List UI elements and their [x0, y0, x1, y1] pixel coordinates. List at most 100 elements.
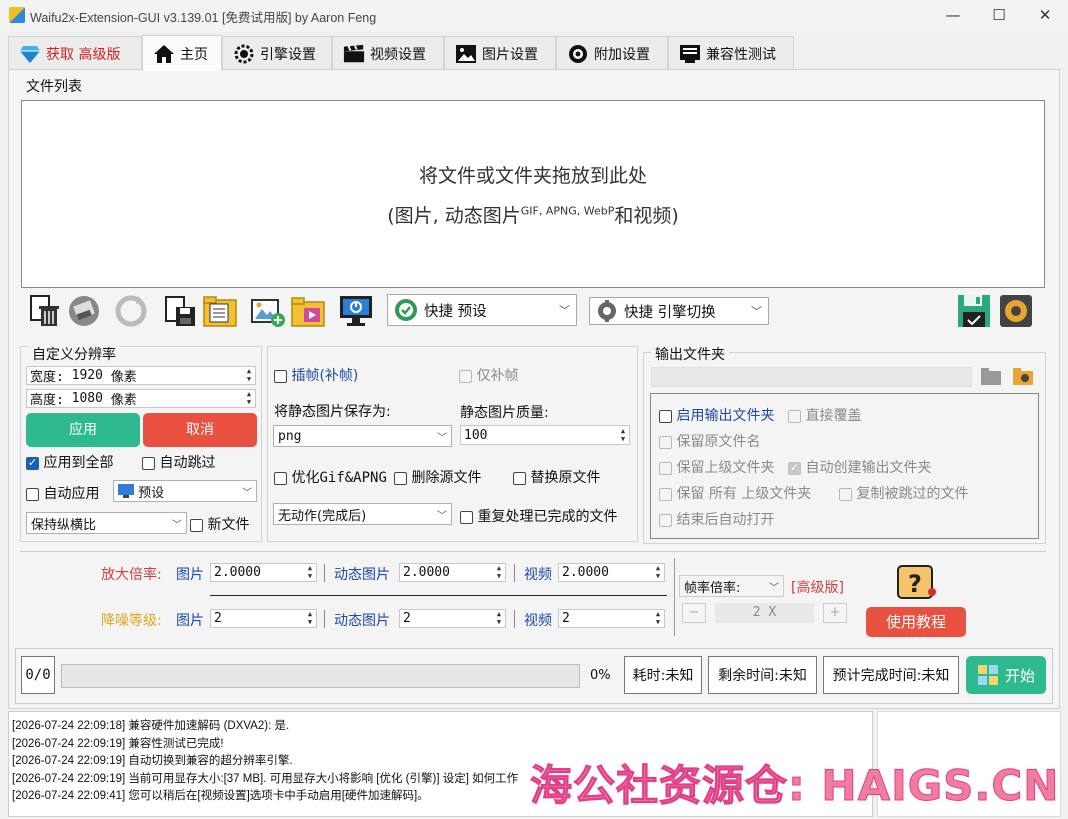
add-image-button[interactable] [250, 293, 286, 329]
interpolate-only-checkbox[interactable]: 仅补帧 [459, 365, 518, 385]
close-button[interactable]: ✕ [1022, 0, 1068, 32]
checkbox[interactable] [659, 487, 672, 501]
tab-get-premium[interactable]: 获取 高级版 [8, 36, 142, 70]
spin-arrows-icon[interactable]: ▲ ▼ [493, 564, 505, 581]
file-drop-zone[interactable]: 将文件或文件夹拖放到此处 (图片, 动态图片GIF, APNG, WebP和视频… [21, 100, 1045, 288]
checkbox[interactable] [659, 409, 672, 423]
cancel-resolution-button[interactable]: 取消 [143, 413, 257, 447]
enable-output-checkbox[interactable]: 启用输出文件夹 [659, 405, 774, 425]
checkbox[interactable] [788, 461, 801, 475]
after-finish-action-select[interactable]: 无动作(完成后) ﹀ [273, 503, 452, 525]
checkbox[interactable] [659, 461, 672, 475]
quick-preset-select[interactable]: 快捷 预设 ﹀ [387, 294, 577, 326]
tab-home[interactable]: 主页 [142, 35, 222, 71]
refresh-button[interactable] [113, 293, 149, 329]
overwrite-checkbox[interactable]: 直接覆盖 [788, 405, 861, 425]
checkbox[interactable] [460, 510, 473, 524]
spin-arrows-icon[interactable]: ▲ ▼ [493, 610, 505, 627]
spin-arrows-icon[interactable]: ▲ ▼ [243, 367, 255, 384]
denoise-video-spinbox[interactable]: 2 ▲ ▼ [558, 609, 665, 628]
image-quality-spinbox[interactable]: 100 ▲ ▼ [460, 425, 630, 445]
frame-minus-button[interactable]: − [682, 603, 706, 623]
scale-video-spinbox[interactable]: 2.0000 ▲ ▼ [558, 563, 665, 582]
denoise-anim-spinbox[interactable]: 2 ▲ ▼ [399, 609, 506, 628]
tab-label: 兼容性测试 [706, 46, 776, 63]
checkbox[interactable] [26, 456, 39, 470]
spin-arrows-icon[interactable]: ▲ ▼ [304, 564, 316, 581]
checkbox[interactable] [839, 487, 852, 501]
interpolate-checkbox[interactable]: 插帧(补帧) [274, 365, 358, 385]
delete-source-checkbox[interactable]: 删除源文件 [394, 467, 481, 487]
new-file-checkbox[interactable]: 新文件 [190, 514, 249, 534]
window-title: Waifu2x-Extension-GUI v3.139.01 [免费试用版] … [30, 11, 377, 25]
tab-image-settings[interactable]: 图片设置 [444, 36, 556, 70]
minimize-button[interactable]: — [930, 0, 976, 32]
replace-source-checkbox[interactable]: 替换原文件 [513, 467, 600, 487]
save-settings-button[interactable] [956, 293, 992, 329]
checkbox[interactable] [659, 513, 672, 527]
tab-engine-settings[interactable]: 引擎设置 [222, 36, 332, 70]
spin-arrows-icon[interactable]: ▲ ▼ [652, 564, 664, 581]
checkbox[interactable] [274, 369, 287, 383]
remove-item-button[interactable] [66, 293, 102, 329]
denoise-image-spinbox[interactable]: 2 ▲ ▼ [210, 609, 317, 628]
output-path-input[interactable] [651, 367, 972, 387]
preview-button[interactable] [338, 293, 374, 329]
load-file-list-button[interactable] [202, 293, 238, 329]
checkbox[interactable] [394, 471, 407, 485]
copy-skipped-checkbox[interactable]: 复制被跳过的文件 [839, 483, 968, 503]
settings-button[interactable] [998, 293, 1034, 329]
reprocess-checkbox[interactable]: 重复处理已完成的文件 [460, 506, 617, 526]
scale-image-spinbox[interactable]: 2.0000 ▲ ▼ [210, 563, 317, 582]
spin-arrows-icon[interactable]: ▲ ▼ [304, 610, 316, 627]
checkbox[interactable] [788, 409, 801, 423]
checkbox[interactable] [659, 435, 672, 449]
checkbox[interactable] [142, 456, 155, 470]
monitor-icon [118, 484, 134, 498]
separator [324, 610, 325, 628]
keep-filename-checkbox[interactable]: 保留原文件名 [659, 431, 760, 451]
tutorial-button[interactable]: 使用教程 [866, 607, 966, 637]
auto-skip-checkbox[interactable]: 自动跳过 [142, 452, 215, 472]
frame-multiplier-value[interactable]: 2 X [715, 603, 814, 623]
frame-plus-button[interactable]: + [823, 603, 847, 623]
spin-arrows-icon[interactable]: ▲ ▼ [652, 610, 664, 627]
apply-all-checkbox[interactable]: 应用到全部 [26, 452, 113, 472]
scale-ratio-label: 放大倍率: [101, 567, 162, 583]
height-spinbox[interactable]: 高度: 1080 像素 ▲ ▼ [26, 389, 256, 408]
checkbox[interactable] [190, 518, 203, 532]
auto-open-checkbox[interactable]: 结束后自动打开 [659, 509, 774, 529]
denoise-level-label: 降噪等级: [101, 613, 162, 629]
aspect-ratio-select[interactable]: 保持纵横比 ﹀ [26, 512, 187, 534]
image-format-select[interactable]: png ﹀ [273, 425, 452, 447]
tab-compatibility-test[interactable]: 兼容性测试 [668, 36, 794, 70]
checkbox[interactable] [513, 471, 526, 485]
tab-video-settings[interactable]: 视频设置 [332, 36, 444, 70]
tab-label: 附加设置 [594, 46, 650, 63]
checkbox[interactable] [274, 471, 287, 485]
add-video-button[interactable] [290, 293, 326, 329]
keep-parent-checkbox[interactable]: 保留上级文件夹 [659, 457, 774, 477]
checkbox[interactable] [459, 369, 472, 383]
start-button[interactable]: 开始 [966, 656, 1046, 694]
browse-folder-button[interactable] [980, 366, 1002, 390]
checkbox[interactable] [26, 487, 39, 501]
quick-engine-select[interactable]: 快捷 引擎切换 ﹀ [589, 297, 769, 325]
resolution-preset-select[interactable]: 预设 ﹀ [113, 480, 257, 502]
spin-arrows-icon[interactable]: ▲ ▼ [243, 390, 255, 407]
open-folder-button[interactable] [1012, 366, 1034, 390]
auto-apply-checkbox[interactable]: 自动应用 [26, 483, 99, 503]
optimize-gif-checkbox[interactable]: 优化Gif&APNG [274, 467, 387, 487]
clear-list-button[interactable] [26, 293, 62, 329]
keep-all-parents-checkbox[interactable]: 保留 所有 上级文件夹 [659, 483, 811, 503]
spin-arrows-icon[interactable]: ▲ ▼ [617, 427, 629, 444]
height-unit: 像素 [110, 393, 137, 408]
auto-create-checkbox[interactable]: 自动创建输出文件夹 [788, 457, 931, 477]
maximize-button[interactable]: ☐ [976, 0, 1022, 32]
apply-resolution-button[interactable]: 应用 [26, 413, 140, 447]
frame-rate-select[interactable]: 帧率倍率: ﹀ [679, 575, 784, 597]
scale-anim-spinbox[interactable]: 2.0000 ▲ ▼ [399, 563, 506, 582]
width-spinbox[interactable]: 宽度: 1920 像素 ▲ ▼ [26, 366, 256, 385]
tab-extra-settings[interactable]: 附加设置 [556, 36, 668, 70]
save-file-list-button[interactable] [162, 293, 198, 329]
